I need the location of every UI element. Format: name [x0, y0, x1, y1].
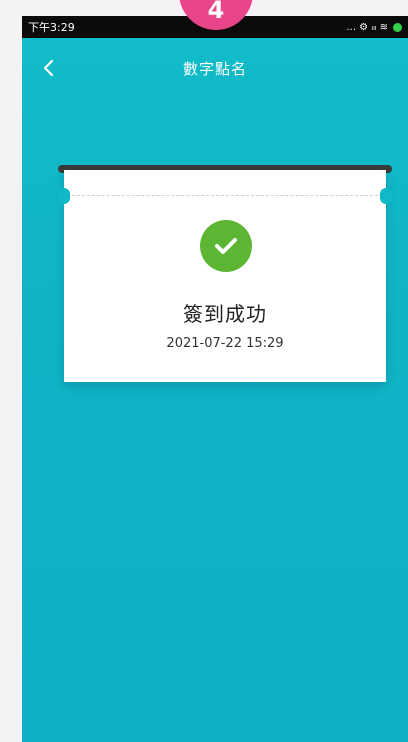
page-title: 數字點名 [182, 59, 247, 78]
checkin-timestamp: 2021-07-22 15:29 [166, 336, 284, 351]
status-time: 下午3:29 [28, 21, 75, 34]
back-button[interactable] [34, 54, 62, 82]
ticket-notch-left [58, 188, 70, 204]
battery-icon [393, 22, 402, 32]
chevron-left-icon [43, 59, 54, 77]
checkmark-icon [215, 238, 237, 254]
checkin-ticket: 簽到成功 2021-07-22 15:29 [58, 170, 392, 382]
status-icons-text: ... ⚙ ᵢₗₗ ≋ [346, 21, 388, 33]
success-check-circle [200, 220, 252, 272]
ticket-perforation [72, 195, 378, 196]
nav-bar: 數字點名 [22, 46, 408, 90]
ticket-notch-right [380, 188, 392, 204]
status-icons: ... ⚙ ᵢₗₗ ≋ [346, 22, 402, 33]
success-message: 簽到成功 [183, 302, 267, 326]
